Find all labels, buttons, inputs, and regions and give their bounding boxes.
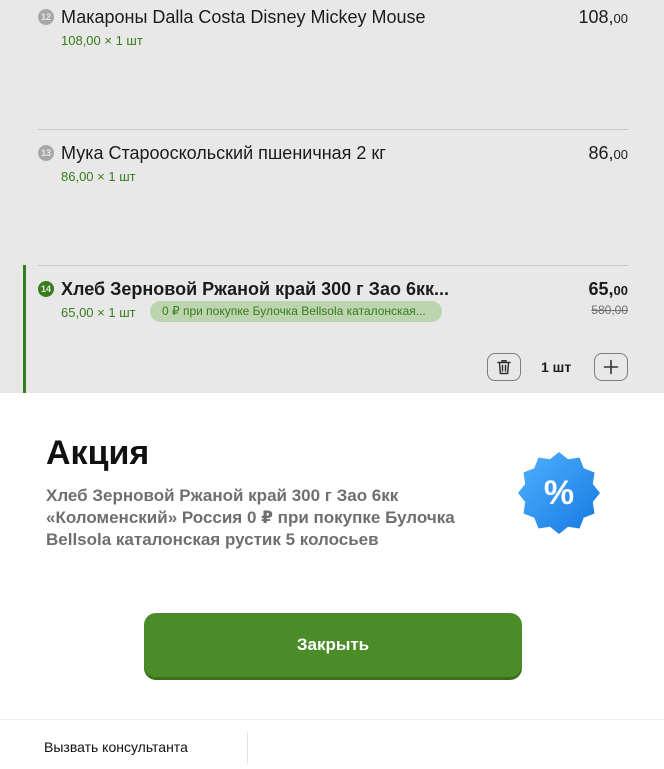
divider <box>38 129 628 130</box>
price-integer: 86, <box>588 143 614 163</box>
item-unit-price: 108,00 × 1 шт <box>61 33 143 48</box>
item-number: 13 <box>38 145 54 161</box>
list-item[interactable]: 13 Мука Старооскольский пшеничная 2 кг 8… <box>38 142 628 202</box>
divider <box>38 265 628 266</box>
price-integer: 65, <box>588 279 614 299</box>
item-price: 65,00 <box>589 278 629 302</box>
footer-separator <box>247 732 248 764</box>
selected-item-marker <box>23 265 26 393</box>
increase-quantity-button[interactable] <box>594 353 628 381</box>
footer-divider <box>0 719 664 720</box>
promo-modal: Акция Хлеб Зерновой Ржаной край 300 г За… <box>0 393 664 769</box>
trash-icon <box>497 360 511 375</box>
price-fraction: 00 <box>613 283 628 298</box>
plus-icon <box>603 359 619 375</box>
item-title: Макароны Dalla Costa Disney Mickey Mouse <box>61 7 426 27</box>
item-price: 86,00 <box>589 142 629 166</box>
close-button[interactable]: Закрыть <box>144 613 522 677</box>
item-price: 108,00 <box>578 6 628 30</box>
item-title: Мука Старооскольский пшеничная 2 кг <box>61 143 386 163</box>
promo-chip[interactable]: 0 ₽ при покупке Булочка Bellsola каталон… <box>150 301 442 322</box>
price-fraction: 00 <box>613 147 628 162</box>
percent-badge-icon: % <box>518 452 600 534</box>
modal-title: Акция <box>46 434 150 472</box>
price-integer: 108, <box>578 7 614 27</box>
item-unit-price: 86,00 × 1 шт <box>61 169 136 184</box>
list-item[interactable]: 12 Макароны Dalla Costa Disney Mickey Mo… <box>38 6 628 66</box>
delete-item-button[interactable] <box>487 353 521 381</box>
badge-percent-symbol: % <box>544 474 574 512</box>
list-item-selected[interactable]: 14 Хлеб Зерновой Ржаной край 300 г Зао 6… <box>38 278 628 393</box>
old-price: 580,00 <box>591 303 628 317</box>
receipt-list: 12 Макароны Dalla Costa Disney Mickey Mo… <box>0 0 664 393</box>
item-number: 14 <box>38 281 54 297</box>
quantity-value: 1 шт <box>541 359 572 375</box>
item-number: 12 <box>38 9 54 25</box>
call-consultant-link[interactable]: Вызвать консультанта <box>44 739 188 755</box>
item-unit-price: 65,00 × 1 шт <box>61 305 136 320</box>
modal-description: Хлеб Зерновой Ржаной край 300 г Зао 6кк … <box>46 486 455 549</box>
price-fraction: 00 <box>613 11 628 26</box>
item-title: Хлеб Зерновой Ржаной край 300 г Зао 6кк.… <box>61 279 449 299</box>
